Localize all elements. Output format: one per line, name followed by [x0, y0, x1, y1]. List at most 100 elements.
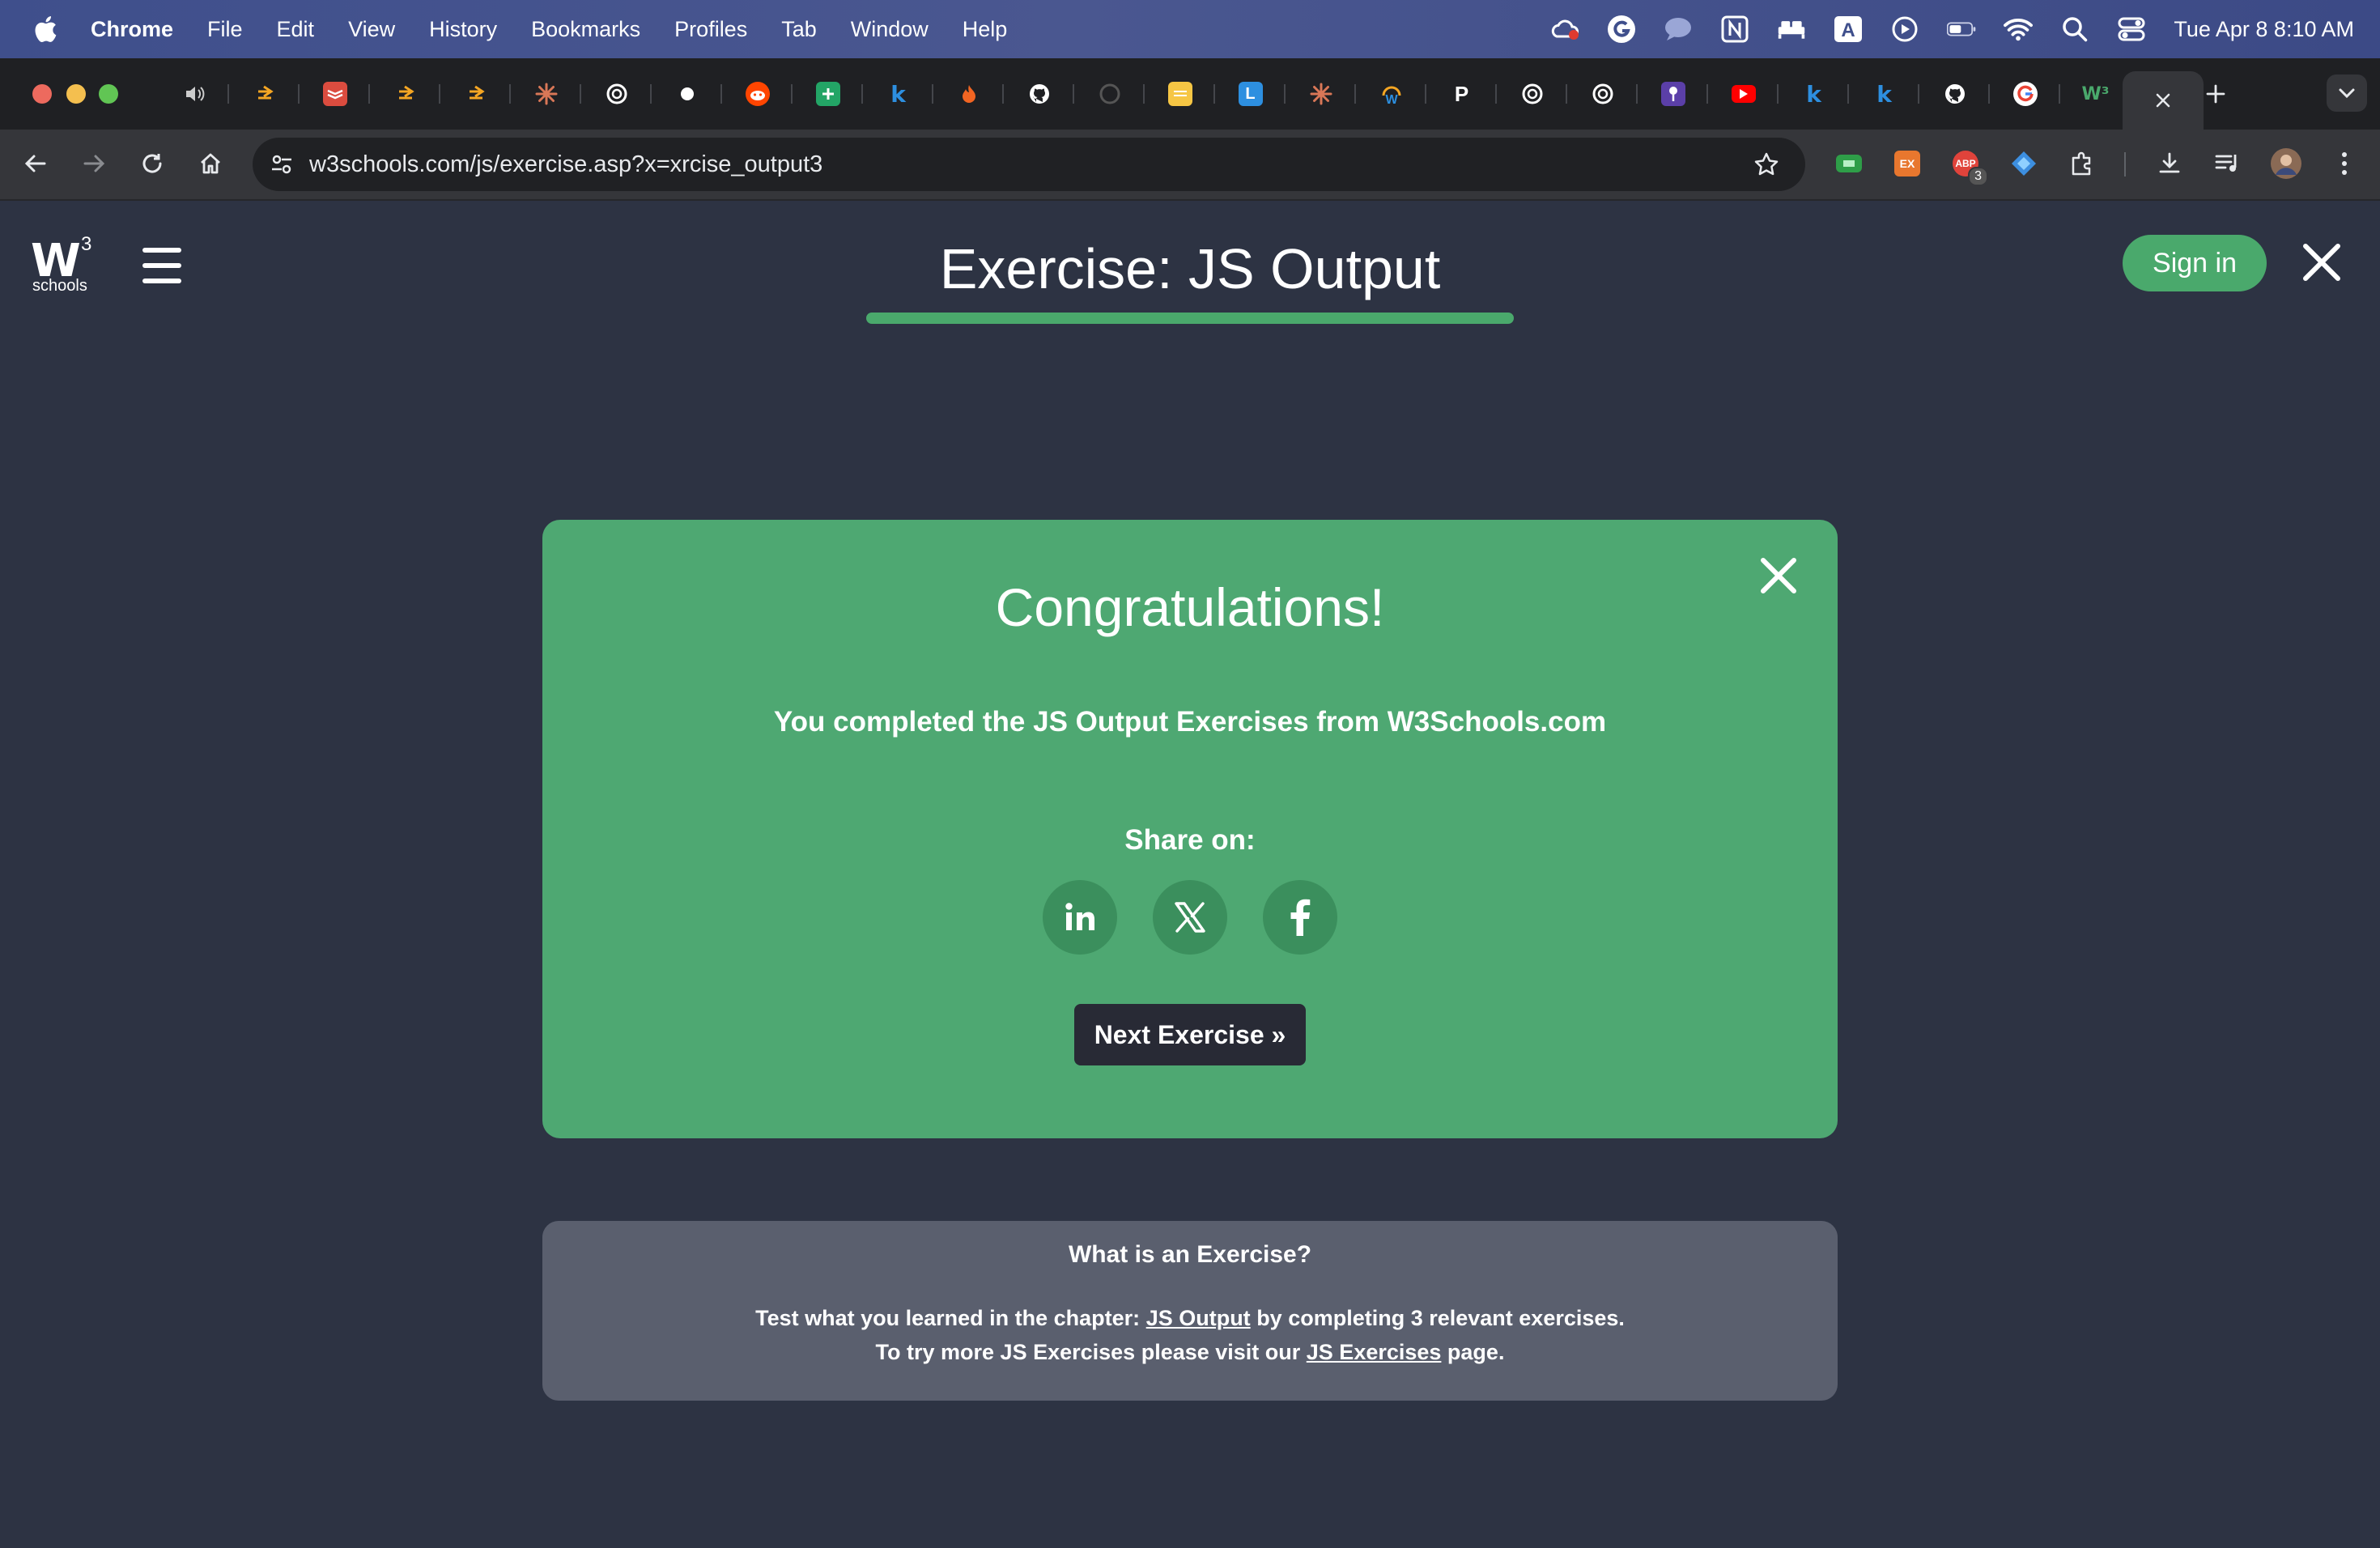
tab[interactable] — [1638, 76, 1708, 112]
reload-button[interactable] — [133, 144, 172, 183]
window-minimize-button[interactable] — [66, 84, 86, 104]
media-controls-icon[interactable] — [2212, 147, 2244, 180]
chrome-menu-icon[interactable] — [2328, 147, 2361, 180]
tab[interactable]: W³ — [2060, 76, 2131, 112]
menu-edit[interactable]: Edit — [277, 17, 315, 42]
sheets-icon — [815, 82, 840, 106]
site-settings-icon[interactable] — [264, 147, 300, 182]
tab[interactable] — [652, 76, 722, 112]
hamburger-menu-icon[interactable] — [142, 248, 181, 283]
tab[interactable] — [1567, 76, 1638, 112]
keyboard-input-icon[interactable]: A — [1834, 15, 1863, 44]
tab[interactable] — [1990, 76, 2060, 112]
downloads-icon[interactable] — [2153, 147, 2186, 180]
grammarly-icon[interactable] — [1607, 15, 1636, 44]
url-text[interactable]: w3schools.com/js/exercise.asp?x=xrcise_o… — [309, 151, 822, 178]
p-icon: P — [1454, 81, 1469, 106]
tab[interactable] — [370, 76, 440, 112]
home-icon — [201, 153, 220, 174]
status-area: A Tue Apr 8 8:10 AM — [1550, 0, 2354, 58]
tab[interactable] — [511, 76, 581, 112]
share-facebook-button[interactable] — [1263, 880, 1337, 955]
share-x-button[interactable] — [1153, 880, 1227, 955]
tab[interactable]: L — [1215, 76, 1286, 112]
tab-search-button[interactable] — [2327, 74, 2367, 112]
menu-history[interactable]: History — [429, 17, 497, 42]
tab[interactable] — [1497, 76, 1567, 112]
pin-icon — [1660, 82, 1685, 106]
tab[interactable] — [1074, 76, 1145, 112]
tab[interactable] — [933, 76, 1004, 112]
tab[interactable]: k — [1849, 76, 1919, 112]
completion-message: You completed the JS Output Exercises fr… — [773, 706, 1607, 738]
bed-icon[interactable] — [1777, 15, 1806, 44]
w3schools-logo[interactable]: W 3 schools — [31, 233, 96, 300]
new-tab-button[interactable] — [2195, 78, 2236, 110]
tab[interactable] — [440, 76, 511, 112]
tab[interactable] — [1919, 76, 1990, 112]
control-center-icon[interactable] — [2117, 15, 2146, 44]
tab[interactable] — [159, 76, 229, 112]
home-button[interactable] — [191, 144, 230, 183]
tab[interactable]: k — [863, 76, 933, 112]
forward-arrow-icon — [83, 155, 105, 172]
js-output-link[interactable]: JS Output — [1146, 1306, 1251, 1330]
tab[interactable] — [229, 76, 300, 112]
claude-icon — [534, 82, 559, 106]
menu-profiles[interactable]: Profiles — [674, 17, 747, 42]
tab[interactable] — [300, 76, 370, 112]
bookmark-star-icon[interactable] — [1749, 147, 1784, 182]
tab[interactable] — [1145, 76, 1215, 112]
address-bar[interactable]: w3schools.com/js/exercise.asp?x=xrcise_o… — [253, 138, 1805, 191]
battery-icon[interactable] — [1947, 15, 1976, 44]
tab[interactable] — [722, 76, 793, 112]
extension-screen-icon[interactable] — [1833, 147, 1865, 180]
todoist-icon — [322, 82, 347, 106]
spotlight-search-icon[interactable] — [2060, 15, 2089, 44]
arrow-favicon-icon — [464, 82, 488, 106]
notion-icon[interactable] — [1720, 15, 1749, 44]
menu-view[interactable]: View — [348, 17, 395, 42]
menu-bookmarks[interactable]: Bookmarks — [531, 17, 640, 42]
tab[interactable] — [793, 76, 863, 112]
menu-app-chrome[interactable]: Chrome — [91, 17, 173, 42]
extension-diamond-icon[interactable] — [2008, 147, 2040, 180]
window-zoom-button[interactable] — [99, 84, 118, 104]
wifi-icon[interactable] — [2004, 15, 2034, 44]
close-icon[interactable] — [2299, 240, 2344, 285]
back-button[interactable] — [16, 144, 55, 183]
sign-in-button[interactable]: Sign in — [2123, 235, 2267, 291]
x-icon — [1175, 902, 1205, 933]
js-exercises-link[interactable]: JS Exercises — [1307, 1340, 1442, 1364]
extension-adblock-icon[interactable]: ABP 3 — [1949, 147, 1988, 186]
extensions-puzzle-icon[interactable] — [2066, 147, 2098, 180]
tab-close-icon[interactable] — [2154, 91, 2172, 109]
active-tab[interactable] — [2123, 71, 2204, 130]
chat-bubble-icon[interactable] — [1664, 15, 1693, 44]
tab[interactable] — [1286, 76, 1356, 112]
extension-ex-icon[interactable]: EX — [1891, 147, 1923, 180]
tab[interactable]: W — [1356, 76, 1426, 112]
menu-file[interactable]: File — [207, 17, 243, 42]
back-arrow-icon — [24, 155, 46, 172]
menu-help[interactable]: Help — [963, 17, 1008, 42]
menu-bar-clock[interactable]: Tue Apr 8 8:10 AM — [2174, 17, 2354, 42]
tab[interactable] — [1708, 76, 1779, 112]
forward-button[interactable] — [74, 144, 113, 183]
tab[interactable]: k — [1779, 76, 1849, 112]
w-icon: W — [1379, 82, 1404, 106]
menu-window[interactable]: Window — [851, 17, 929, 42]
apple-icon[interactable] — [31, 13, 63, 45]
menu-tab[interactable]: Tab — [781, 17, 817, 42]
window-close-button[interactable] — [32, 84, 52, 104]
share-linkedin-button[interactable] — [1043, 880, 1117, 955]
creative-cloud-icon[interactable] — [1550, 15, 1579, 44]
profile-avatar[interactable] — [2270, 147, 2302, 180]
tab[interactable] — [581, 76, 652, 112]
linkedin-icon — [1065, 903, 1094, 930]
info-text: Test what you learned in the chapter: — [755, 1306, 1146, 1330]
play-circle-icon[interactable] — [1890, 15, 1919, 44]
next-exercise-button[interactable]: Next Exercise » — [1074, 1004, 1306, 1065]
tab[interactable]: P — [1426, 76, 1497, 112]
tab[interactable] — [1004, 76, 1074, 112]
